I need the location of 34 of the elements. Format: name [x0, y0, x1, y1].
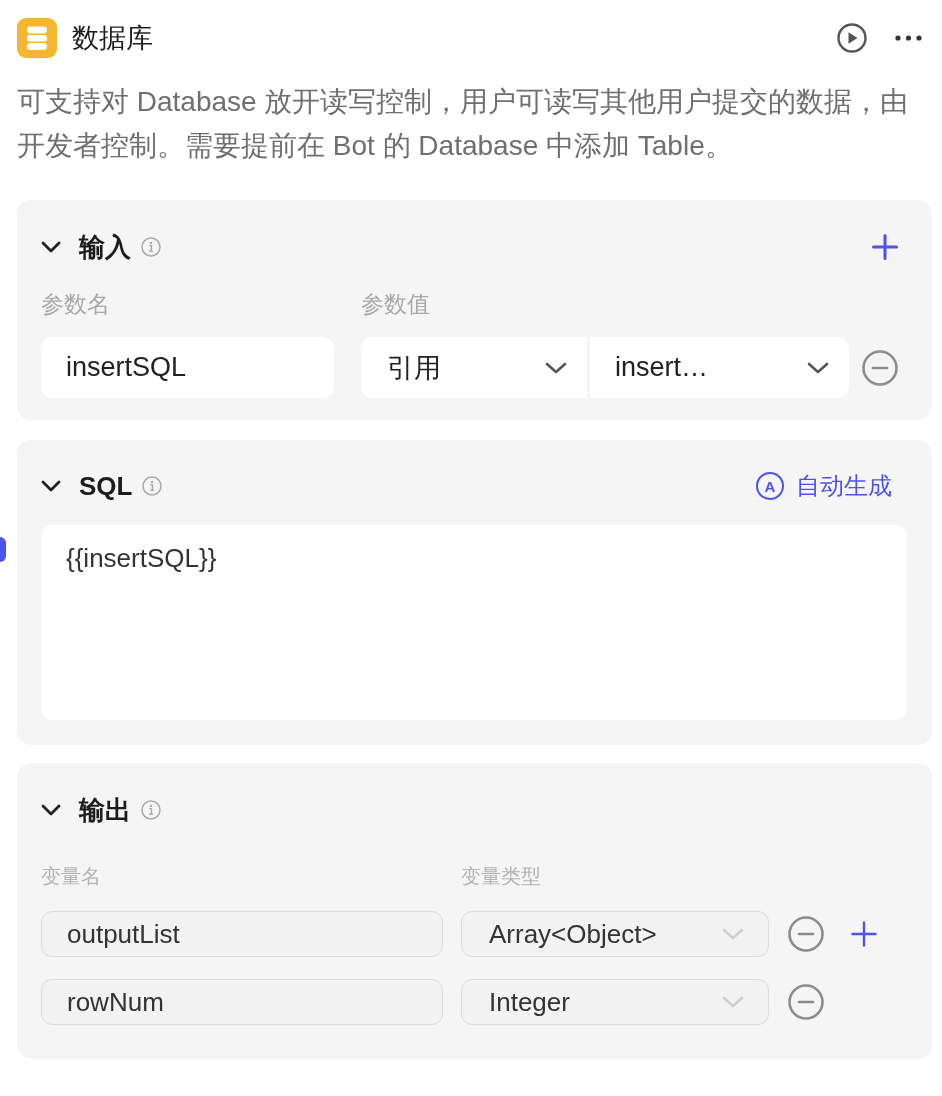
- add-icon[interactable]: [851, 921, 877, 947]
- remove-icon[interactable]: [788, 984, 824, 1020]
- auto-generate-button[interactable]: A 自动生成: [756, 469, 892, 503]
- remove-icon[interactable]: [862, 349, 898, 386]
- info-icon: [142, 476, 163, 496]
- caret-icon: [722, 996, 744, 1008]
- column-label: 变量名: [41, 864, 102, 889]
- caret-icon: [545, 361, 567, 374]
- value-select[interactable]: insert…: [590, 337, 849, 398]
- caret-icon: [807, 361, 829, 374]
- node-description: 可支持对 Database 放开读写控制，用户可读写其他用户提交的数据，由开发者控制。需要提前在 Bot 的 Database 中添加 Table。: [17, 85, 910, 163]
- section-title: SQL: [79, 470, 133, 503]
- letter-circle-icon: A: [756, 472, 784, 500]
- database-icon: [17, 18, 57, 58]
- info-icon: [141, 800, 161, 820]
- connection-port-icon[interactable]: [0, 537, 6, 562]
- remove-icon[interactable]: [788, 916, 824, 952]
- sql-editor[interactable]: {{insertSQL}}: [41, 525, 907, 720]
- play-icon[interactable]: [837, 23, 867, 53]
- section-title: 输入: [79, 231, 131, 264]
- chevron-icon[interactable]: [41, 480, 61, 492]
- source-select[interactable]: 引用: [361, 337, 587, 398]
- caret-icon: [722, 928, 744, 940]
- column-label: 参数值: [361, 290, 430, 319]
- column-label: 参数名: [41, 290, 111, 319]
- info-icon: [141, 237, 161, 257]
- chevron-icon[interactable]: [41, 804, 61, 816]
- more-icon[interactable]: [895, 35, 922, 41]
- node-title: 数据库: [72, 22, 153, 55]
- section-title: 输出: [79, 794, 131, 827]
- param-name-field[interactable]: insertSQL: [41, 337, 334, 398]
- column-label: 变量类型: [461, 864, 541, 889]
- add-icon[interactable]: [872, 234, 898, 260]
- chevron-icon[interactable]: [41, 241, 61, 253]
